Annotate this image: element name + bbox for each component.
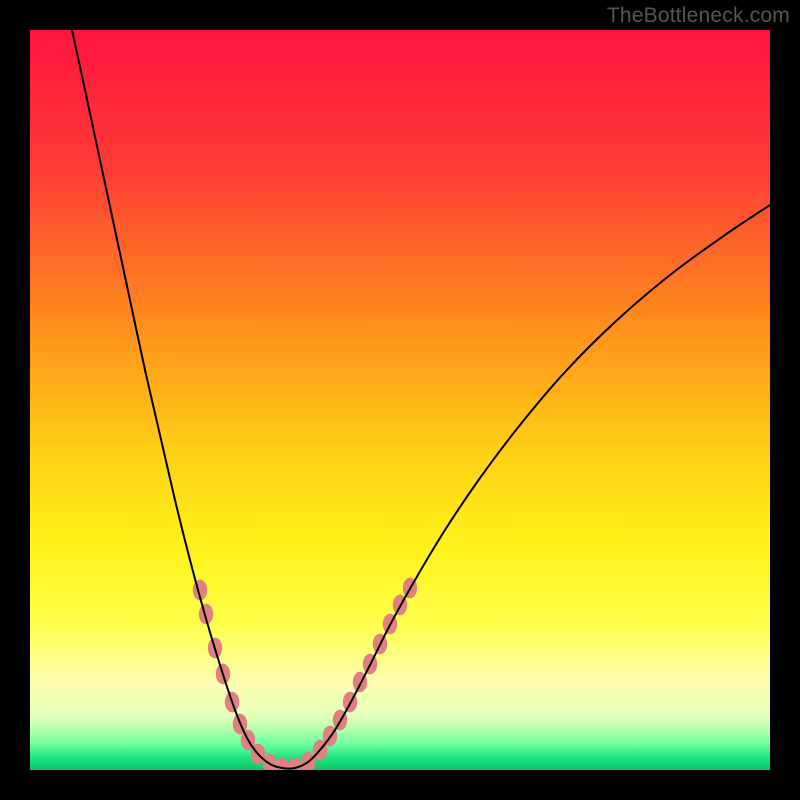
background-gradient (30, 30, 770, 770)
plot-area (30, 30, 770, 770)
outer-frame: TheBottleneck.com (0, 0, 800, 800)
watermark-text: TheBottleneck.com (607, 4, 790, 28)
